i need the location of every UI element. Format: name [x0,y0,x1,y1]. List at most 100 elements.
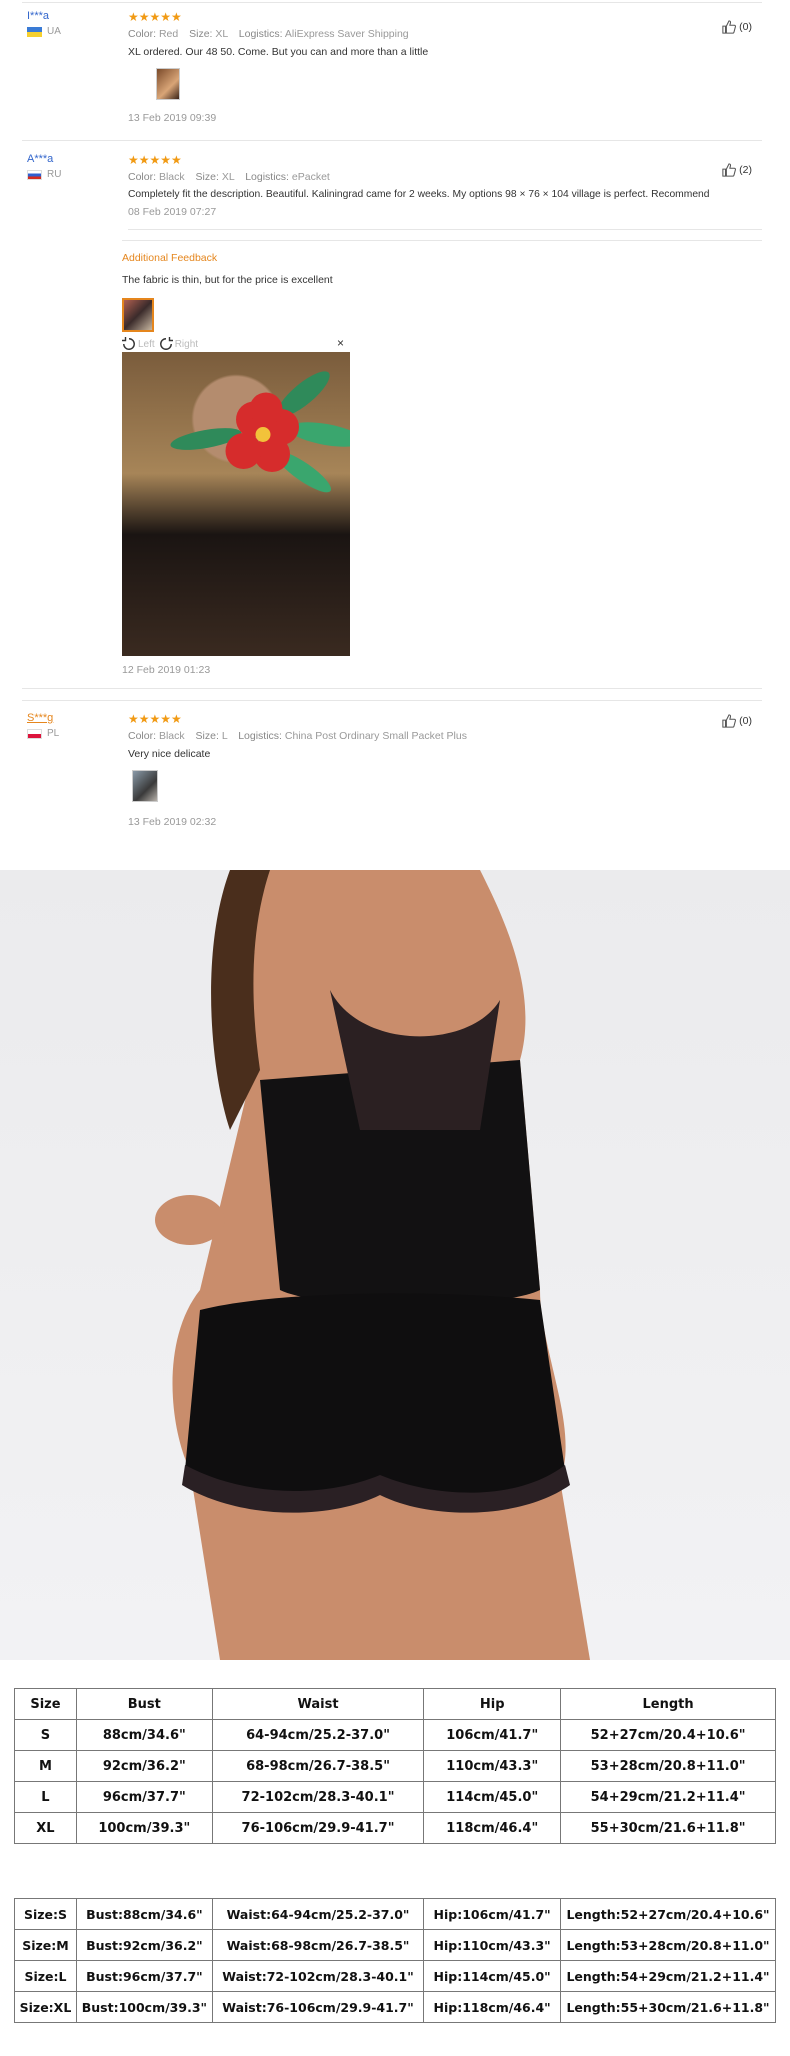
divider [22,688,762,689]
review-date: 08 Feb 2019 07:27 [128,206,217,218]
size-chart-table: Size Bust Waist Hip Length S 88cm/34.6" … [14,1688,776,1844]
color-label: Color: [128,171,157,183]
rotate-left-button[interactable]: Left [122,337,155,351]
color-label: Color: [128,28,157,40]
table-cell: 54+29cm/21.2+11.4" [560,1781,776,1813]
helpful-button[interactable]: (2) [722,163,752,177]
table-cell: 52+27cm/20.4+10.6" [560,1719,776,1751]
table-row: Size:L Bust:96cm/37.7" Waist:72-102cm/28… [14,1960,776,1992]
logistics-label: Logistics: [238,730,282,742]
thumbs-up-icon [722,714,737,728]
helpful-button[interactable]: (0) [722,714,752,728]
close-icon[interactable]: × [337,336,344,350]
reviewer-country: PL [27,728,59,739]
reviewer-info: A***a RU [27,153,61,180]
star-rating: ★★★★★ [128,712,182,726]
product-model-image [155,870,590,1660]
table-cell: Length:52+27cm/20.4+10.6" [560,1898,776,1930]
size-value: XL [215,28,228,40]
table-cell: 68-98cm/26.7-38.5" [211,1750,425,1782]
helpful-count: (0) [739,21,752,33]
table-cell: 92cm/36.2" [75,1750,213,1782]
table-cell: Size:XL [14,1991,77,2023]
table-cell: Length:54+29cm/21.2+11.4" [560,1960,776,1992]
table-row: M 92cm/36.2" 68-98cm/26.7-38.5" 110cm/43… [14,1750,776,1782]
product-photo [0,870,790,1660]
logistics-value: ePacket [291,171,330,183]
review-photo-thumbnail[interactable] [132,770,158,802]
table-cell: 55+30cm/21.6+11.8" [560,1812,776,1844]
thumbs-up-icon [722,20,737,34]
table-cell: Length:53+28cm/20.8+11.0" [560,1929,776,1961]
table-row: L 96cm/37.7" 72-102cm/28.3-40.1" 114cm/4… [14,1781,776,1813]
table-cell: Length:55+30cm/21.6+11.8" [560,1991,776,2023]
column-header: Size [14,1688,77,1720]
table-cell: Hip:114cm/45.0" [423,1960,562,1992]
table-cell: Waist:68-98cm/26.7-38.5" [211,1929,425,1961]
table-cell: M [14,1750,77,1782]
order-attributes: Color: Black Size: L Logistics: China Po… [128,730,758,742]
size-value: L [221,730,228,742]
country-code: RU [47,169,62,180]
review-body: ★★★★★ Color: Black Size: L Logistics: Ch… [128,712,758,828]
star-rating: ★★★★★ [128,153,182,167]
table-cell: Bust:100cm/39.3" [75,1991,213,2023]
table-cell: 53+28cm/20.8+11.0" [560,1750,776,1782]
helpful-count: (0) [739,715,752,727]
divider [22,2,762,3]
table-cell: 110cm/43.3" [423,1750,562,1782]
table-cell: 114cm/45.0" [423,1781,562,1813]
reviewer-name[interactable]: I***a [27,10,61,22]
rotate-right-button[interactable]: Right [159,337,198,351]
review-date: 13 Feb 2019 09:39 [128,112,217,124]
ukraine-flag-icon [27,26,42,37]
color-label: Color: [128,730,157,742]
column-header: Length [560,1688,776,1720]
review-body: ★★★★★ Color: Red Size: XL Logistics: Ali… [128,10,758,124]
order-attributes: Color: Black Size: XL Logistics: ePacket [128,171,758,183]
review-text: Completely fit the description. Beautifu… [128,189,710,200]
additional-feedback-heading: Additional Feedback [122,252,218,264]
logistics-value: AliExpress Saver Shipping [284,28,409,40]
reviewer-country: UA [27,26,61,37]
table-row: S 88cm/34.6" 64-94cm/25.2-37.0" 106cm/41… [14,1719,776,1751]
table-cell: 64-94cm/25.2-37.0" [211,1719,425,1751]
table-cell: Hip:110cm/43.3" [423,1929,562,1961]
country-code: PL [47,728,60,739]
table-cell: 106cm/41.7" [423,1719,562,1751]
helpful-button[interactable]: (0) [722,20,752,34]
reviewer-country: RU [27,169,61,180]
additional-feedback-date: 12 Feb 2019 01:23 [122,664,211,676]
color-value: Black [158,171,185,183]
order-attributes: Color: Red Size: XL Logistics: AliExpres… [128,28,758,40]
viewer-toolbar: Left Right × [122,336,350,352]
table-cell: 118cm/46.4" [423,1812,562,1844]
russia-flag-icon [27,169,42,180]
size-label: Size: [195,730,219,742]
table-row: XL 100cm/39.3" 76-106cm/29.9-41.7" 118cm… [14,1812,776,1844]
size-label: Size: [195,171,219,183]
logistics-label: Logistics: [238,28,283,40]
additional-photo-thumbnail[interactable] [122,298,154,332]
flower-sticker-icon [170,371,350,493]
column-header: Hip [423,1688,562,1720]
column-header: Waist [211,1688,425,1720]
divider [128,229,762,230]
table-cell: 76-106cm/29.9-41.7" [211,1812,425,1844]
reviewer-name[interactable]: A***a [27,153,61,165]
table-cell: Hip:118cm/46.4" [423,1991,562,2023]
reviewer-name[interactable]: S***g [27,712,59,724]
helpful-count: (2) [739,164,752,176]
reviewer-info: I***a UA [27,10,61,37]
table-cell: Bust:96cm/37.7" [75,1960,213,1992]
review-photo-thumbnail[interactable] [156,68,180,100]
table-cell: Waist:72-102cm/28.3-40.1" [211,1960,425,1992]
table-cell: Size:L [14,1960,77,1992]
reviewer-info: S***g PL [27,712,59,739]
size-chart-table-detailed: Size:S Bust:88cm/34.6" Waist:64-94cm/25.… [14,1898,776,2023]
color-value: Red [158,28,179,40]
table-cell: Bust:92cm/36.2" [75,1929,213,1961]
review-photo-large [122,352,350,656]
table-cell: XL [14,1812,77,1844]
rotate-right-label: Right [174,338,199,350]
